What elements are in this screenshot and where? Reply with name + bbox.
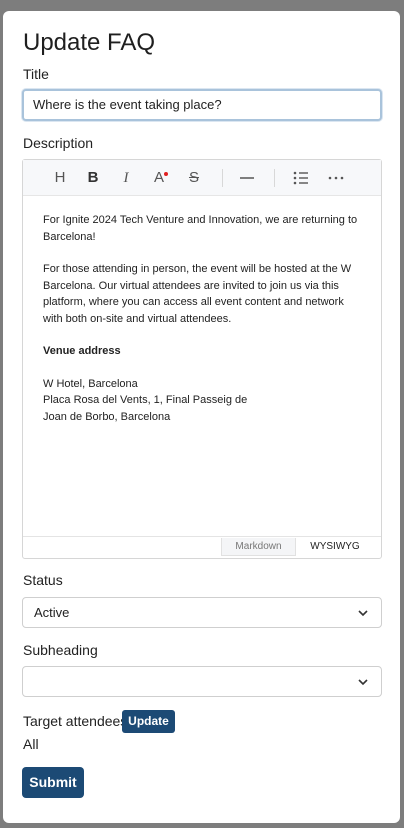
subheading-label: Subheading: [23, 642, 98, 658]
title-label: Title: [23, 66, 49, 82]
modal-title: Update FAQ: [23, 29, 156, 56]
toolbar-divider: [274, 169, 275, 187]
text-color-button[interactable]: A: [148, 169, 170, 187]
target-attendees-value: All: [23, 736, 39, 752]
update-faq-modal: Update FAQ Title Where is the event taki…: [3, 11, 400, 823]
italic-button[interactable]: I: [115, 169, 137, 187]
more-icon: [328, 176, 344, 180]
target-attendees-label: Target attendees: [23, 713, 128, 729]
submit-button[interactable]: Submit: [22, 767, 84, 798]
status-value: Active: [34, 605, 70, 620]
description-label: Description: [23, 135, 94, 151]
strikethrough-button[interactable]: S: [183, 169, 205, 187]
horizontal-rule-button[interactable]: [236, 169, 258, 187]
content-paragraph: For Ignite 2024 Tech Venture and Innovat…: [43, 214, 358, 243]
bullet-list-icon: [293, 171, 308, 185]
color-dot-icon: [164, 172, 168, 176]
more-options-button[interactable]: [325, 169, 347, 187]
text-color-label: A: [153, 169, 164, 186]
toolbar-divider: [222, 169, 223, 187]
content-paragraph: For those attending in person, the event…: [43, 263, 352, 325]
address-line: Joan de Borbo, Barcelona: [43, 410, 171, 423]
heading-button[interactable]: H: [49, 169, 71, 187]
description-editor: H B I A S For Ignite 2024 Tech Venture a…: [22, 159, 382, 559]
bold-button[interactable]: B: [82, 169, 104, 187]
status-label: Status: [23, 572, 63, 588]
chevron-down-icon: [358, 679, 368, 686]
bullet-list-button[interactable]: [290, 169, 312, 187]
editor-content[interactable]: For Ignite 2024 Tech Venture and Innovat…: [43, 212, 365, 425]
title-input[interactable]: Where is the event taking place?: [22, 89, 382, 121]
address-line: W Hotel, Barcelona: [43, 377, 138, 390]
status-select[interactable]: Active: [22, 597, 382, 628]
chevron-down-icon: [358, 610, 368, 617]
wysiwyg-tab[interactable]: WYSIWYG: [299, 538, 371, 556]
markdown-tab[interactable]: Markdown: [221, 538, 296, 556]
address-line: Placa Rosa del Vents, 1, Final Passeig d…: [43, 394, 248, 406]
editor-mode-bar: Markdown WYSIWYG: [23, 536, 381, 558]
venue-heading: Venue address: [43, 345, 121, 357]
horizontal-rule-icon: [240, 177, 254, 179]
update-target-button[interactable]: Update: [122, 710, 175, 733]
subheading-select[interactable]: [22, 666, 382, 697]
editor-toolbar: H B I A S: [23, 160, 381, 196]
